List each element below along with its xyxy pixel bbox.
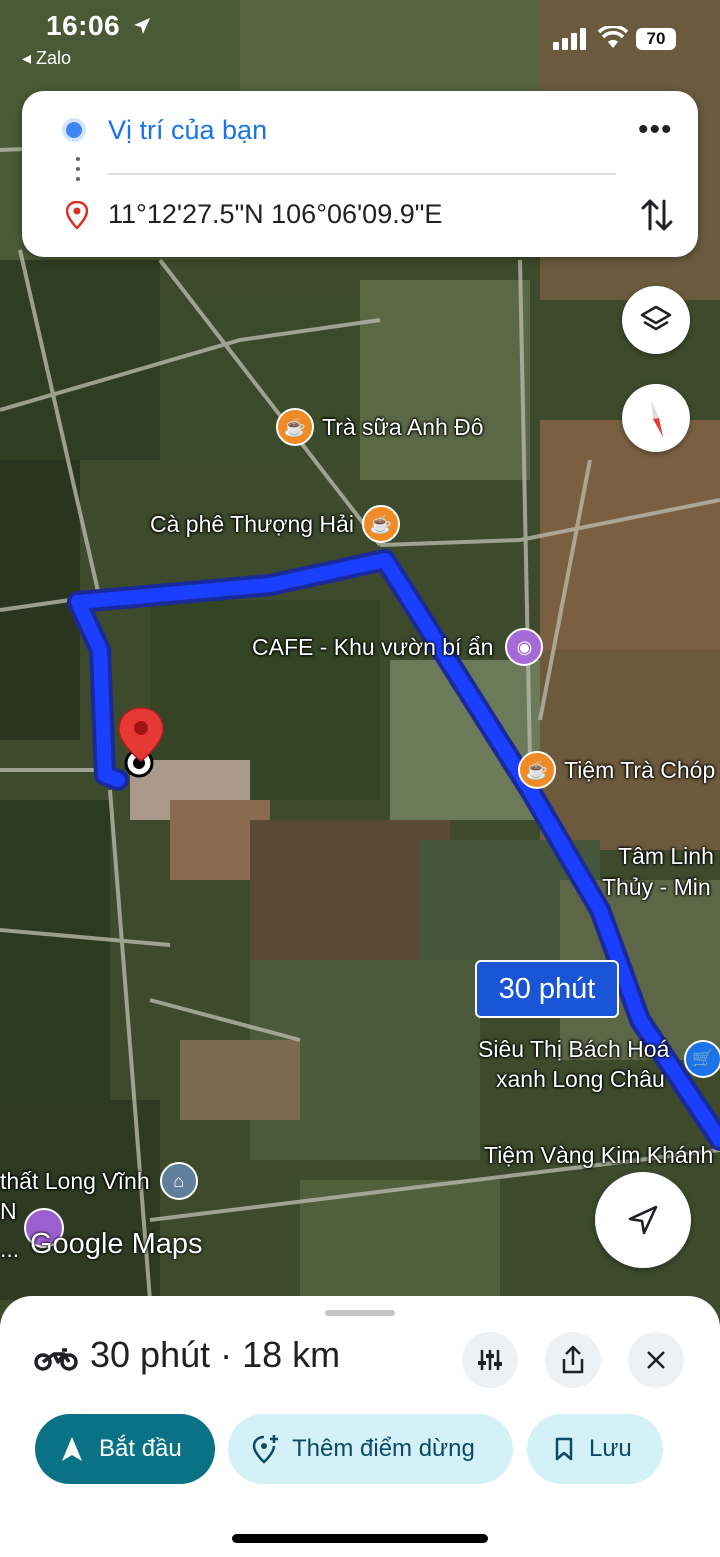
poi-partial-label: N bbox=[0, 1198, 17, 1224]
save-button[interactable]: Lưu bbox=[527, 1414, 663, 1484]
poi-sieu-thi-label-2[interactable]: xanh Long Châu bbox=[496, 1066, 665, 1093]
poi-label: thất Long Vĩnh bbox=[0, 1167, 150, 1194]
divider bbox=[108, 173, 616, 175]
poi-sieu-thi-label[interactable]: Siêu Thị Bách Hoá bbox=[478, 1036, 669, 1063]
back-to-app-link[interactable]: ◂ Zalo bbox=[22, 48, 71, 69]
coffee-icon: ☕ bbox=[518, 751, 556, 789]
route-dots-icon bbox=[76, 157, 80, 187]
recenter-button[interactable] bbox=[595, 1172, 691, 1268]
poi-cafe-khu-vuon-bi-an[interactable]: ◉ CAFE - Khu vườn bí ẩn bbox=[252, 628, 544, 666]
museum-icon: ⌂ bbox=[159, 1162, 198, 1200]
start-label: Bắt đầu bbox=[99, 1435, 182, 1462]
poi-tiem-vang-label[interactable]: Tiệm Vàng Kim Khánh bbox=[484, 1142, 713, 1169]
destination-pin-icon[interactable] bbox=[116, 706, 166, 786]
navigation-icon bbox=[62, 1437, 82, 1461]
bookmark-icon bbox=[555, 1437, 573, 1461]
origin-field[interactable]: Vị trí của bạn bbox=[108, 115, 267, 146]
google-maps-attribution: Google Maps bbox=[30, 1228, 203, 1260]
compass-icon bbox=[651, 400, 663, 437]
poi-label: Trà sữa Anh Đô bbox=[322, 413, 484, 440]
status-bar: 16:06 ◂ Zalo 70 bbox=[0, 0, 720, 80]
layers-icon bbox=[640, 305, 672, 331]
poi-tra-sua-anh-do[interactable]: ☕ Trà sữa Anh Đô bbox=[276, 408, 484, 446]
poi-ca-phe-thuong-hai[interactable]: ☕ Cà phê Thượng Hải bbox=[150, 505, 400, 543]
directions-card: Vị trí của bạn ••• 11°12'27.5"N 106°06'0… bbox=[22, 91, 698, 257]
destination-marker-icon bbox=[66, 201, 88, 229]
share-button[interactable] bbox=[545, 1332, 601, 1388]
poi-tiem-tra-chop[interactable]: ☕ Tiệm Trà Chóp bbox=[518, 751, 715, 789]
cellular-signal-icon bbox=[553, 28, 586, 50]
coffee-icon: ☕ bbox=[276, 408, 314, 446]
route-duration-chip[interactable]: 30 phút bbox=[475, 960, 619, 1018]
wifi-icon bbox=[598, 26, 628, 48]
battery-indicator: 70 bbox=[636, 28, 676, 50]
start-button[interactable]: Bắt đầu bbox=[35, 1414, 215, 1484]
close-button[interactable] bbox=[628, 1332, 684, 1388]
swap-vertical-icon[interactable] bbox=[640, 195, 674, 235]
route-options-button[interactable] bbox=[462, 1332, 518, 1388]
home-indicator[interactable] bbox=[232, 1534, 488, 1543]
camera-icon: ◉ bbox=[505, 628, 544, 666]
motorcycle-icon bbox=[34, 1348, 78, 1371]
compass-button[interactable] bbox=[622, 384, 690, 452]
cart-icon[interactable]: 🛒 bbox=[684, 1040, 720, 1078]
navigation-arrow-icon bbox=[628, 1205, 658, 1235]
location-arrow-icon bbox=[134, 18, 150, 34]
current-location-icon bbox=[66, 122, 82, 138]
poi-partial-label: Thủy - Min bbox=[602, 874, 711, 900]
poi-label: CAFE - Khu vườn bí ẩn bbox=[252, 633, 494, 660]
save-label: Lưu bbox=[589, 1435, 632, 1462]
route-bottom-sheet: 30 phút · 18 km Bắt đầu Thêm điểm dừng L… bbox=[0, 1296, 720, 1557]
poi-label: Cà phê Thượng Hải bbox=[150, 510, 354, 537]
coffee-icon: ☕ bbox=[361, 505, 400, 543]
route-summary: 30 phút · 18 km bbox=[90, 1334, 341, 1375]
destination-field[interactable]: 11°12'27.5"N 106°06'09.9"E bbox=[108, 199, 442, 230]
share-icon bbox=[562, 1345, 584, 1374]
add-stop-label: Thêm điểm dừng bbox=[292, 1435, 475, 1462]
poi-partial-label: ... bbox=[0, 1236, 20, 1262]
layers-button[interactable] bbox=[622, 286, 690, 354]
poi-long-vinh[interactable]: ⌂ thất Long Vĩnh bbox=[0, 1162, 198, 1200]
add-stop-button[interactable]: Thêm điểm dừng bbox=[228, 1414, 513, 1484]
more-horiz-icon[interactable]: ••• bbox=[638, 113, 673, 147]
poi-partial-label: Tâm Linh bbox=[618, 843, 714, 869]
poi-label: Tiệm Trà Chóp bbox=[564, 756, 716, 783]
close-icon bbox=[647, 1351, 665, 1369]
add-location-icon bbox=[252, 1435, 278, 1464]
drag-handle[interactable] bbox=[325, 1310, 395, 1316]
status-time: 16:06 bbox=[46, 10, 121, 41]
tune-icon bbox=[478, 1350, 502, 1370]
